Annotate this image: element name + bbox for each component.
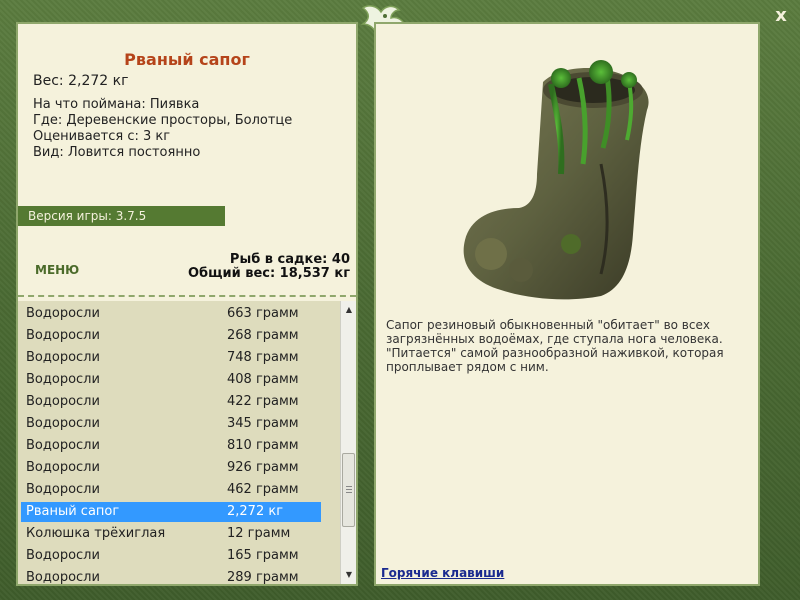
list-item-name: Водоросли [26, 480, 100, 500]
list-item-name: Водоросли [26, 414, 100, 434]
list-item-name: Водоросли [26, 568, 100, 584]
caught-on-text: На что поймана: Пиявка [33, 97, 356, 113]
cage-summary: Рыб в садке: 40 Общий вес: 18,537 кг [188, 253, 350, 281]
list-item-name: Водоросли [26, 326, 100, 346]
list-item[interactable]: Водоросли 345 грамм [21, 414, 321, 434]
menu-button[interactable]: МЕНЮ [35, 263, 79, 277]
list-item-name: Водоросли [26, 370, 100, 390]
list-item[interactable]: Водоросли 289 грамм [21, 568, 321, 584]
list-item-weight: 12 грамм [227, 524, 290, 544]
close-button[interactable]: x [770, 6, 792, 28]
fish-description: Сапог резиновый обыкновенный "обитает" в… [386, 318, 746, 374]
fish-details: На что поймана: Пиявка Где: Деревенские … [33, 97, 356, 161]
fish-title: Рваный сапог [33, 50, 356, 69]
list-item-weight: 926 грамм [227, 458, 299, 478]
hotkeys-link[interactable]: Горячие клавиши [381, 566, 504, 580]
fish-info-panel: Рваный сапог Вес: 2,272 кг На что пойман… [16, 22, 358, 586]
list-item[interactable]: Рваный сапог 2,272 кг [21, 502, 321, 522]
list-item-weight: 422 грамм [227, 392, 299, 412]
cage-total-weight: Общий вес: 18,537 кг [188, 267, 350, 281]
list-item[interactable]: Колюшка трёхиглая 12 грамм [21, 524, 321, 544]
valued-from-text: Оценивается с: 3 кг [33, 129, 356, 145]
list-item-name: Рваный сапог [26, 502, 119, 522]
game-version-label: Версия игры: 3.7.5 [18, 206, 225, 226]
list-item-name: Колюшка трёхиглая [26, 524, 165, 544]
list-item-name: Водоросли [26, 546, 100, 566]
fish-picture-panel: Сапог резиновый обыкновенный "обитает" в… [374, 22, 760, 586]
fish-info-box: Рваный сапог Вес: 2,272 кг На что пойман… [18, 24, 356, 204]
list-item-weight: 462 грамм [227, 480, 299, 500]
list-item-name: Водоросли [26, 458, 100, 478]
list-item[interactable]: Водоросли 165 грамм [21, 546, 321, 566]
scroll-down-arrow-icon[interactable]: ▼ [341, 567, 357, 583]
list-item-weight: 810 грамм [227, 436, 299, 456]
list-item-weight: 289 грамм [227, 568, 299, 584]
list-item-weight: 268 грамм [227, 326, 299, 346]
dashed-divider [18, 295, 356, 297]
list-item-weight: 663 грамм [227, 304, 299, 324]
list-item[interactable]: Водоросли 810 грамм [21, 436, 321, 456]
list-item-name: Водоросли [26, 348, 100, 368]
scroll-thumb[interactable] [342, 453, 355, 527]
list-item[interactable]: Водоросли 462 грамм [21, 480, 321, 500]
list-item[interactable]: Водоросли 663 грамм [21, 304, 321, 324]
list-item[interactable]: Водоросли 422 грамм [21, 392, 321, 412]
list-item-name: Водоросли [26, 436, 100, 456]
list-item-name: Водоросли [26, 304, 100, 324]
list-item-weight: 408 грамм [227, 370, 299, 390]
catch-list-scrollbar[interactable]: ▲ ▼ [340, 301, 356, 584]
list-item-weight: 165 грамм [227, 546, 299, 566]
list-item[interactable]: Водоросли 268 грамм [21, 326, 321, 346]
list-item[interactable]: Водоросли 748 грамм [21, 348, 321, 368]
location-text: Где: Деревенские просторы, Болотце [33, 113, 356, 129]
scroll-up-arrow-icon[interactable]: ▲ [341, 302, 357, 318]
fish-weight: Вес: 2,272 кг [33, 73, 356, 89]
list-item-weight: 2,272 кг [227, 502, 283, 522]
list-item-weight: 748 грамм [227, 348, 299, 368]
list-item[interactable]: Водоросли 408 грамм [21, 370, 321, 390]
close-icon: x [775, 5, 787, 26]
catch-list[interactable]: Водоросли663 граммВодоросли268 граммВодо… [18, 301, 356, 584]
cage-fish-count: Рыб в садке: 40 [188, 253, 350, 267]
kind-text: Вид: Ловится постоянно [33, 145, 356, 161]
list-item-name: Водоросли [26, 392, 100, 412]
torn-boot-image [451, 44, 691, 306]
list-item-weight: 345 грамм [227, 414, 299, 434]
scroll-grip [346, 486, 352, 493]
list-item[interactable]: Водоросли 926 грамм [21, 458, 321, 478]
